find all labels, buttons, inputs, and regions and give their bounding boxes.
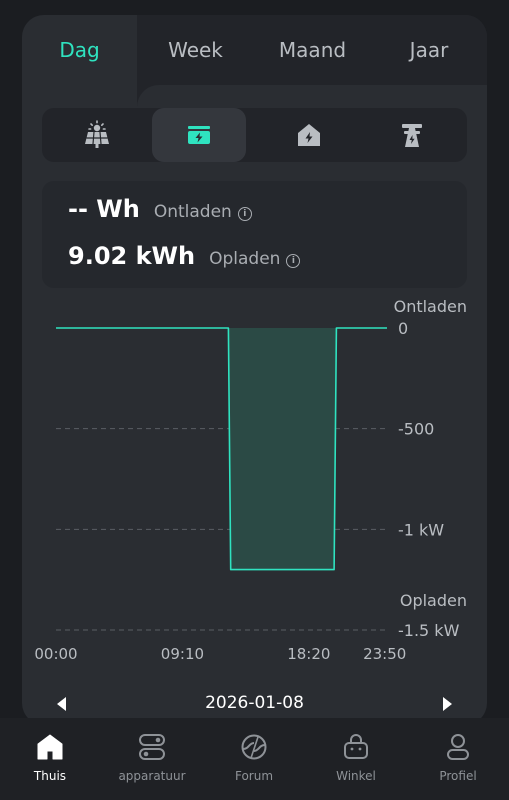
nav-shop-label: Winkel (336, 769, 376, 783)
shop-icon (344, 734, 368, 759)
y-tick-label: -1 kW (398, 520, 444, 539)
tab-week[interactable]: Week (137, 15, 254, 85)
discharge-label: Ontladen (153, 202, 232, 222)
home-icon (298, 124, 320, 146)
tab-day[interactable]: Dag (22, 15, 137, 85)
nav-profile[interactable]: Profiel (408, 718, 508, 800)
devices-icon (139, 734, 165, 760)
category-home[interactable] (262, 108, 356, 162)
nav-home-label: Thuis (33, 769, 67, 783)
period-tabs: Dag Week Maand Jaar (22, 15, 487, 85)
bottom-navigation: Thuis apparatuur Forum Winkel Profiel (0, 718, 509, 800)
charge-value: 9.02 kWh (68, 242, 196, 270)
next-day-arrow-icon[interactable] (441, 695, 455, 713)
current-date[interactable]: 2026-01-08 (22, 693, 487, 713)
discharge-value: -- Wh (68, 195, 140, 223)
series-line (56, 327, 387, 571)
category-battery[interactable] (152, 108, 246, 162)
charge-row: 9.02 kWh Opladen i (68, 242, 301, 270)
nav-devices[interactable]: apparatuur (102, 718, 202, 800)
nav-forum-label: Forum (234, 769, 274, 783)
battery-charge-icon (188, 126, 210, 144)
forum-icon (241, 734, 267, 760)
charge-label: Opladen (209, 249, 281, 269)
x-tick-label: 18:20 (287, 645, 330, 663)
x-tick-label: 09:10 (161, 645, 204, 663)
tab-month[interactable]: Maand (254, 15, 371, 85)
y-tick-label: -500 (398, 420, 434, 439)
nav-devices-label: apparatuur (118, 769, 186, 783)
profile-icon (447, 734, 469, 760)
power-chart[interactable]: 0 -500 -1 kW -1.5 kW Ontladen Opladen 00:00 09:… (22, 285, 487, 685)
home-icon (37, 734, 63, 760)
category-selector (42, 108, 467, 162)
series-area (56, 328, 387, 570)
x-tick-label: 00:00 (34, 645, 77, 663)
solar-panel-icon (85, 120, 109, 148)
charge-info-icon[interactable]: i (286, 254, 301, 268)
statistics-card: Dag Week Maand Jaar -- Wh Ontladen i 9.0… (22, 15, 487, 725)
energy-summary: -- Wh Ontladen i 9.02 kWh Opladen i (42, 181, 467, 288)
nav-profile-label: Profiel (439, 769, 477, 783)
discharge-row: -- Wh Ontladen i (68, 195, 252, 223)
tab-corner (137, 85, 487, 107)
nav-forum[interactable]: Forum (204, 718, 304, 800)
chart-top-label: Ontladen (394, 297, 467, 316)
y-tick-label: -1.5 kW (398, 621, 460, 640)
nav-home[interactable]: Thuis (0, 718, 100, 800)
discharge-info-icon[interactable]: i (237, 207, 252, 221)
category-solar[interactable] (50, 108, 144, 162)
tab-year[interactable]: Jaar (371, 15, 487, 85)
x-tick-label: 23:50 (363, 645, 406, 663)
chart-bottom-label: Opladen (400, 591, 467, 610)
power-grid-icon (402, 124, 422, 147)
category-grid[interactable] (365, 108, 459, 162)
y-tick-label: 0 (398, 319, 408, 338)
nav-shop[interactable]: Winkel (306, 718, 406, 800)
